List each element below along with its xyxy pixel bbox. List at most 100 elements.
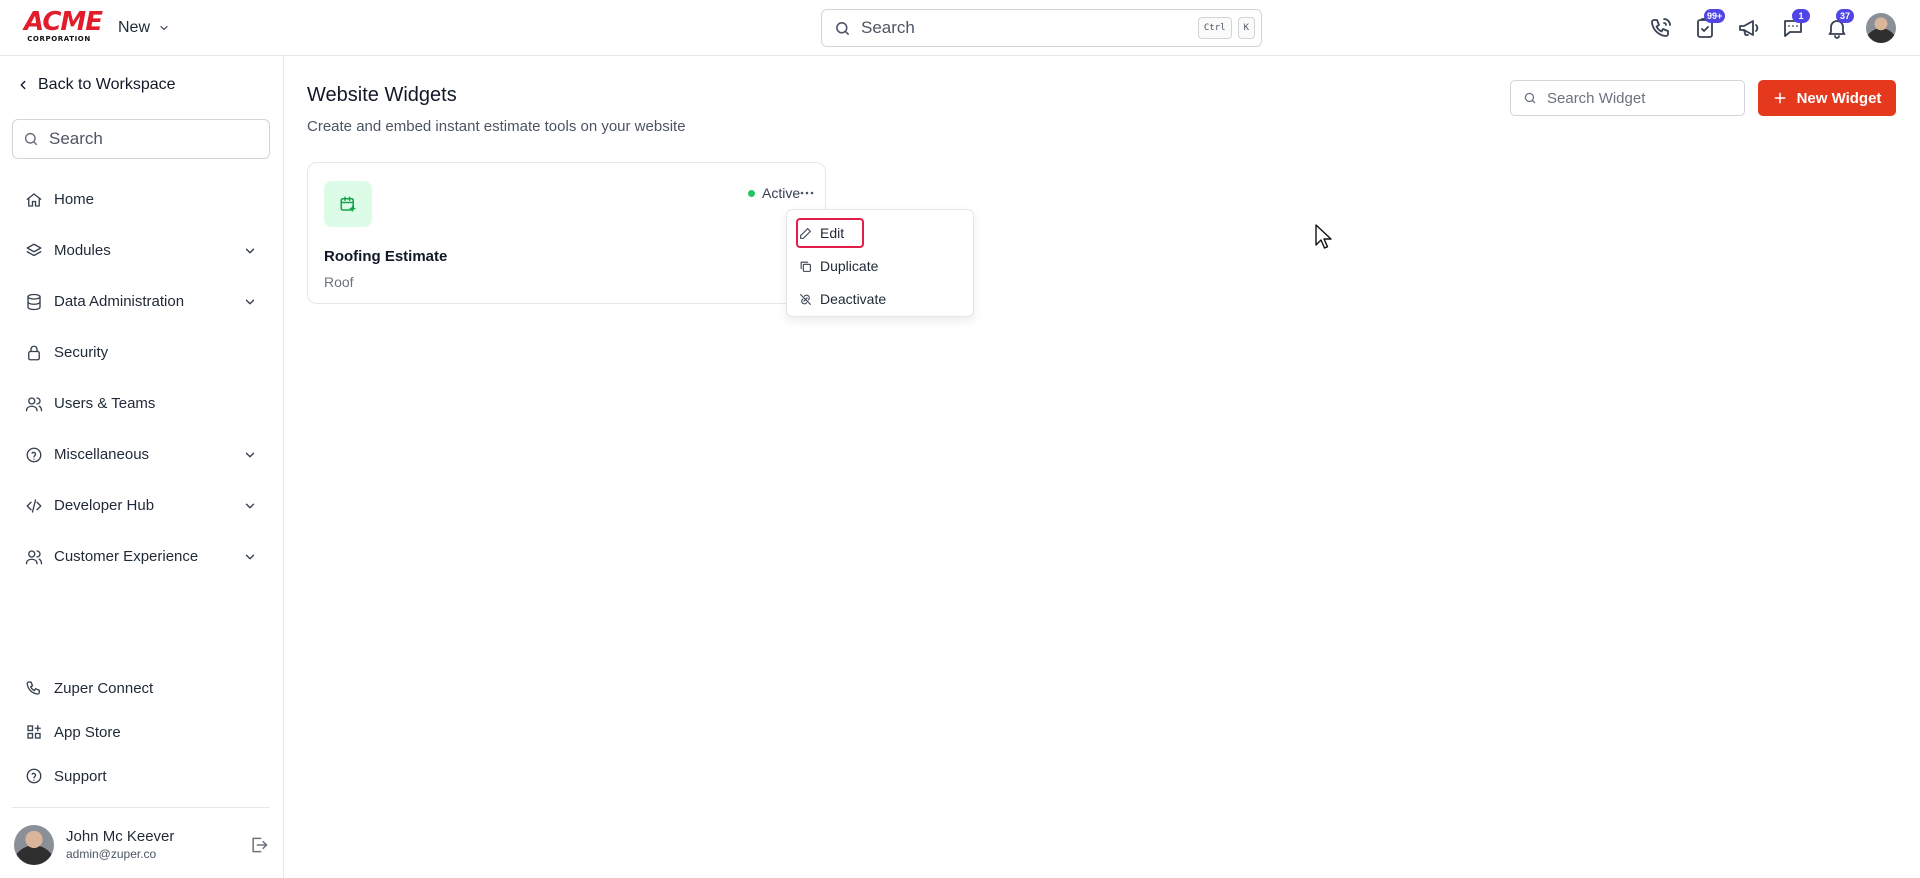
sidebar-item-home[interactable]: Home xyxy=(0,174,283,225)
sidebar-item-label: Users & Teams xyxy=(54,395,156,412)
phone-icon xyxy=(25,679,43,697)
more-options-button[interactable] xyxy=(796,185,818,201)
phone-call-icon[interactable] xyxy=(1646,13,1676,43)
chat-badge: 1 xyxy=(1792,9,1810,23)
menu-item-edit[interactable]: Edit xyxy=(799,222,844,244)
status-label: Active xyxy=(762,185,801,201)
sidebar-item-label: App Store xyxy=(54,723,121,741)
sidebar-item-label: Support xyxy=(54,767,107,785)
sidebar-item-modules[interactable]: Modules xyxy=(0,225,283,276)
sidebar-item-data-administration[interactable]: Data Administration xyxy=(0,276,283,327)
chevron-down-icon xyxy=(243,499,257,513)
sidebar-item-miscellaneous[interactable]: Miscellaneous xyxy=(0,429,283,480)
acme-logo[interactable]: ACME CORPORATION xyxy=(24,7,103,43)
user-divider xyxy=(12,807,270,808)
menu-item-label: Deactivate xyxy=(820,291,887,307)
sidebar-item-label: Security xyxy=(54,344,109,361)
chevron-down-icon xyxy=(243,448,257,462)
search-icon xyxy=(23,131,39,147)
new-widget-button[interactable]: New Widget xyxy=(1758,80,1896,116)
sidebar-item-label: Home xyxy=(54,191,95,208)
chevron-down-icon xyxy=(243,295,257,309)
widget-title: Roofing Estimate xyxy=(324,248,448,265)
shortcut-key-k: K xyxy=(1237,17,1255,39)
pencil-icon xyxy=(799,227,812,240)
copy-icon xyxy=(799,260,812,273)
user-avatar[interactable] xyxy=(14,825,54,865)
widget-category: Roof xyxy=(324,274,354,290)
notifications-badge: 37 xyxy=(1836,9,1854,23)
mouse-cursor-icon xyxy=(1315,224,1332,249)
user-email: admin@zuper.co xyxy=(66,847,157,861)
user-name: John Mc Keever xyxy=(66,828,175,845)
new-widget-label: New Widget xyxy=(1796,89,1882,107)
chevron-left-icon xyxy=(16,78,30,92)
menu-item-label: Duplicate xyxy=(820,258,879,274)
link-off-icon xyxy=(799,293,812,306)
lock-icon xyxy=(25,344,43,362)
sidebar: Back to Workspace Search Home Modules Da… xyxy=(0,56,284,878)
search-icon xyxy=(834,20,851,37)
layers-icon xyxy=(25,242,43,260)
status-dot xyxy=(748,189,755,197)
chat-icon[interactable]: 1 xyxy=(1778,9,1810,43)
sidebar-bottom-nav: Zuper Connect App Store Support xyxy=(0,666,283,798)
menu-item-duplicate[interactable]: Duplicate xyxy=(799,255,878,277)
chevron-down-icon xyxy=(243,244,257,258)
widget-options-menu: Edit Duplicate Deactivate xyxy=(786,209,974,317)
sidebar-nav: Home Modules Data Administration Securit… xyxy=(0,174,283,582)
back-to-workspace-label: Back to Workspace xyxy=(38,76,176,93)
sidebar-item-label: Zuper Connect xyxy=(54,679,154,697)
menu-item-deactivate[interactable]: Deactivate xyxy=(799,288,886,310)
sidebar-item-developer-hub[interactable]: Developer Hub xyxy=(0,480,283,531)
database-icon xyxy=(25,293,43,311)
sidebar-item-label: Miscellaneous xyxy=(54,446,150,463)
users-icon xyxy=(25,395,43,413)
sidebar-item-zuper-connect[interactable]: Zuper Connect xyxy=(0,666,283,710)
user-card: John Mc Keever admin@zuper.co xyxy=(14,824,272,866)
search-icon xyxy=(1523,91,1537,105)
sidebar-item-app-store[interactable]: App Store xyxy=(0,710,283,754)
task-check-icon[interactable]: 99+ xyxy=(1690,9,1726,43)
sidebar-item-label: Modules xyxy=(54,242,111,259)
global-search-input[interactable]: Search Ctrl K xyxy=(821,9,1262,47)
sidebar-search-input[interactable]: Search xyxy=(12,119,270,159)
bell-icon[interactable]: 37 xyxy=(1822,9,1854,43)
profile-avatar[interactable] xyxy=(1866,13,1896,43)
shortcut-key-ctrl: Ctrl xyxy=(1197,17,1232,39)
menu-item-label: Edit xyxy=(820,225,845,241)
logout-icon[interactable] xyxy=(246,832,272,858)
widget-card[interactable]: Active Roofing Estimate Roof xyxy=(307,162,826,304)
sidebar-item-security[interactable]: Security xyxy=(0,327,283,378)
plus-icon xyxy=(1773,91,1787,105)
megaphone-icon[interactable] xyxy=(1734,13,1764,43)
page-title: Website Widgets xyxy=(307,84,457,106)
sidebar-item-label: Developer Hub xyxy=(54,497,155,514)
new-menu-button[interactable]: New xyxy=(118,18,170,38)
back-to-workspace-link[interactable]: Back to Workspace xyxy=(16,76,176,94)
chevron-down-icon xyxy=(243,550,257,564)
tasks-badge: 99+ xyxy=(1704,9,1726,23)
customers-icon xyxy=(25,548,43,566)
widget-search-placeholder: Search Widget xyxy=(1547,89,1646,107)
app-grid-icon xyxy=(25,723,43,741)
chevron-down-icon xyxy=(158,22,170,34)
user-info: John Mc Keever admin@zuper.co xyxy=(66,828,246,862)
home-icon xyxy=(25,191,43,209)
status-badge: Active xyxy=(748,185,800,201)
more-horizontal-icon xyxy=(800,191,814,195)
sidebar-item-users-teams[interactable]: Users & Teams xyxy=(0,378,283,429)
top-bar: ACME CORPORATION New Search Ctrl K 99+ 1 xyxy=(0,0,1920,56)
sidebar-item-support[interactable]: Support xyxy=(0,754,283,798)
sidebar-item-customer-experience[interactable]: Customer Experience xyxy=(0,531,283,582)
logo-text: ACME xyxy=(24,7,103,37)
sidebar-item-label: Customer Experience xyxy=(54,548,199,565)
new-menu-label: New xyxy=(118,19,151,36)
page-subtitle: Create and embed instant estimate tools … xyxy=(307,118,686,135)
help-circle-icon xyxy=(25,767,43,785)
code-icon xyxy=(25,497,43,515)
sidebar-item-label: Data Administration xyxy=(54,293,185,310)
widget-search-input[interactable]: Search Widget xyxy=(1510,80,1745,116)
global-search-placeholder: Search xyxy=(861,18,915,37)
header-actions: 99+ 1 37 xyxy=(1646,9,1896,46)
